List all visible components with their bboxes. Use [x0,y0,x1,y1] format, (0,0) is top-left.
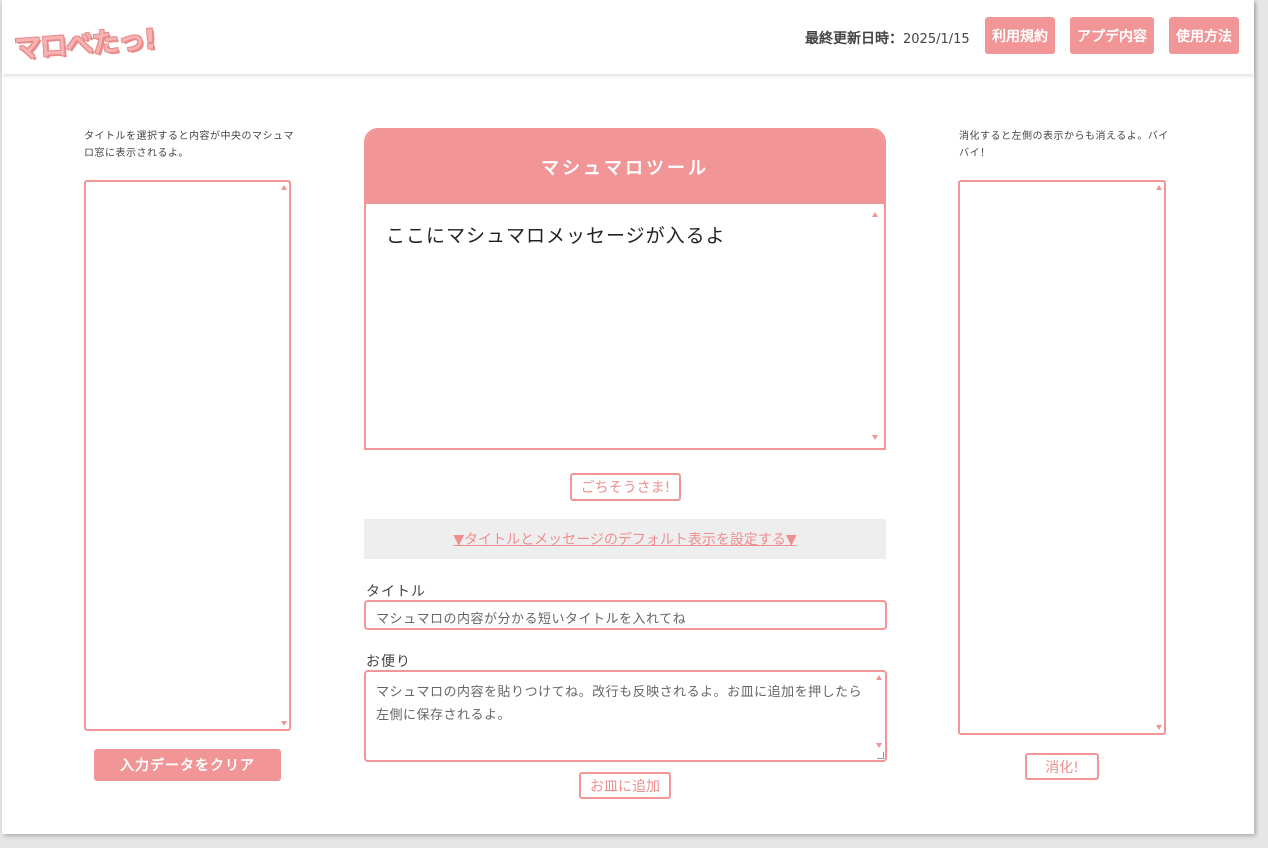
last-updated-date: 2025/1/15 [903,32,970,47]
terms-button[interactable]: 利用規約 [985,17,1055,54]
marshmallow-card: マシュマロツール ここにマシュマロメッセージが入るよ [364,128,886,450]
message-label: お便り [366,654,411,670]
title-input[interactable]: マシュマロの内容が分かる短いタイトルを入れてね [364,600,887,630]
right-hint: 消化すると左側の表示からも消えるよ。バイバイ！ [959,131,1169,159]
message-display[interactable]: ここにマシュマロメッセージが入るよ [366,204,884,448]
message-input-placeholder: マシュマロの内容を貼りつけてね。改行も反映されるよ。お皿に追加を押したら左側に保… [376,685,863,723]
saved-titles-list[interactable] [84,180,291,731]
title-label: タイトル [366,584,426,600]
clear-input-button[interactable]: 入力データをクリア [94,749,281,781]
thanks-button[interactable]: ごちそうさま! [570,473,681,501]
last-updated-label: 最終更新日時： [805,31,903,47]
tool-title: マシュマロツール [366,130,884,204]
left-hint: タイトルを選択すると内容が中央のマシュマロ窓に表示されるよ。 [84,131,294,159]
resize-handle-icon[interactable] [877,752,884,759]
scroll-up-icon[interactable] [281,185,287,190]
header: マロべたっ! 最終更新日時：2025/1/15 利用規約 アプデ内容 使用方法 [2,0,1254,74]
default-setting-bar: ▼タイトルとメッセージのデフォルト表示を設定する▼ [364,519,886,559]
scroll-up-icon[interactable] [1156,185,1162,190]
page: マロべたっ! 最終更新日時：2025/1/15 利用規約 アプデ内容 使用方法 … [2,0,1254,834]
scroll-down-icon[interactable] [876,743,882,748]
scroll-up-icon[interactable] [872,212,878,217]
usage-button[interactable]: 使用方法 [1169,17,1239,54]
digested-list[interactable] [958,180,1166,735]
scroll-down-icon[interactable] [281,721,287,726]
message-input[interactable]: マシュマロの内容を貼りつけてね。改行も反映されるよ。お皿に追加を押したら左側に保… [364,670,887,762]
update-notes-button[interactable]: アプデ内容 [1070,17,1154,54]
message-display-text: ここにマシュマロメッセージが入るよ [386,225,726,247]
digest-button[interactable]: 消化! [1025,753,1099,780]
last-updated: 最終更新日時：2025/1/15 [805,28,970,48]
default-setting-link[interactable]: ▼タイトルとメッセージのデフォルト表示を設定する▼ [453,529,796,549]
scroll-down-icon[interactable] [1156,725,1162,730]
add-to-plate-button[interactable]: お皿に追加 [579,772,671,799]
scroll-down-icon[interactable] [872,435,878,440]
app-logo[interactable]: マロべたっ! [13,17,157,66]
scroll-up-icon[interactable] [876,675,882,680]
